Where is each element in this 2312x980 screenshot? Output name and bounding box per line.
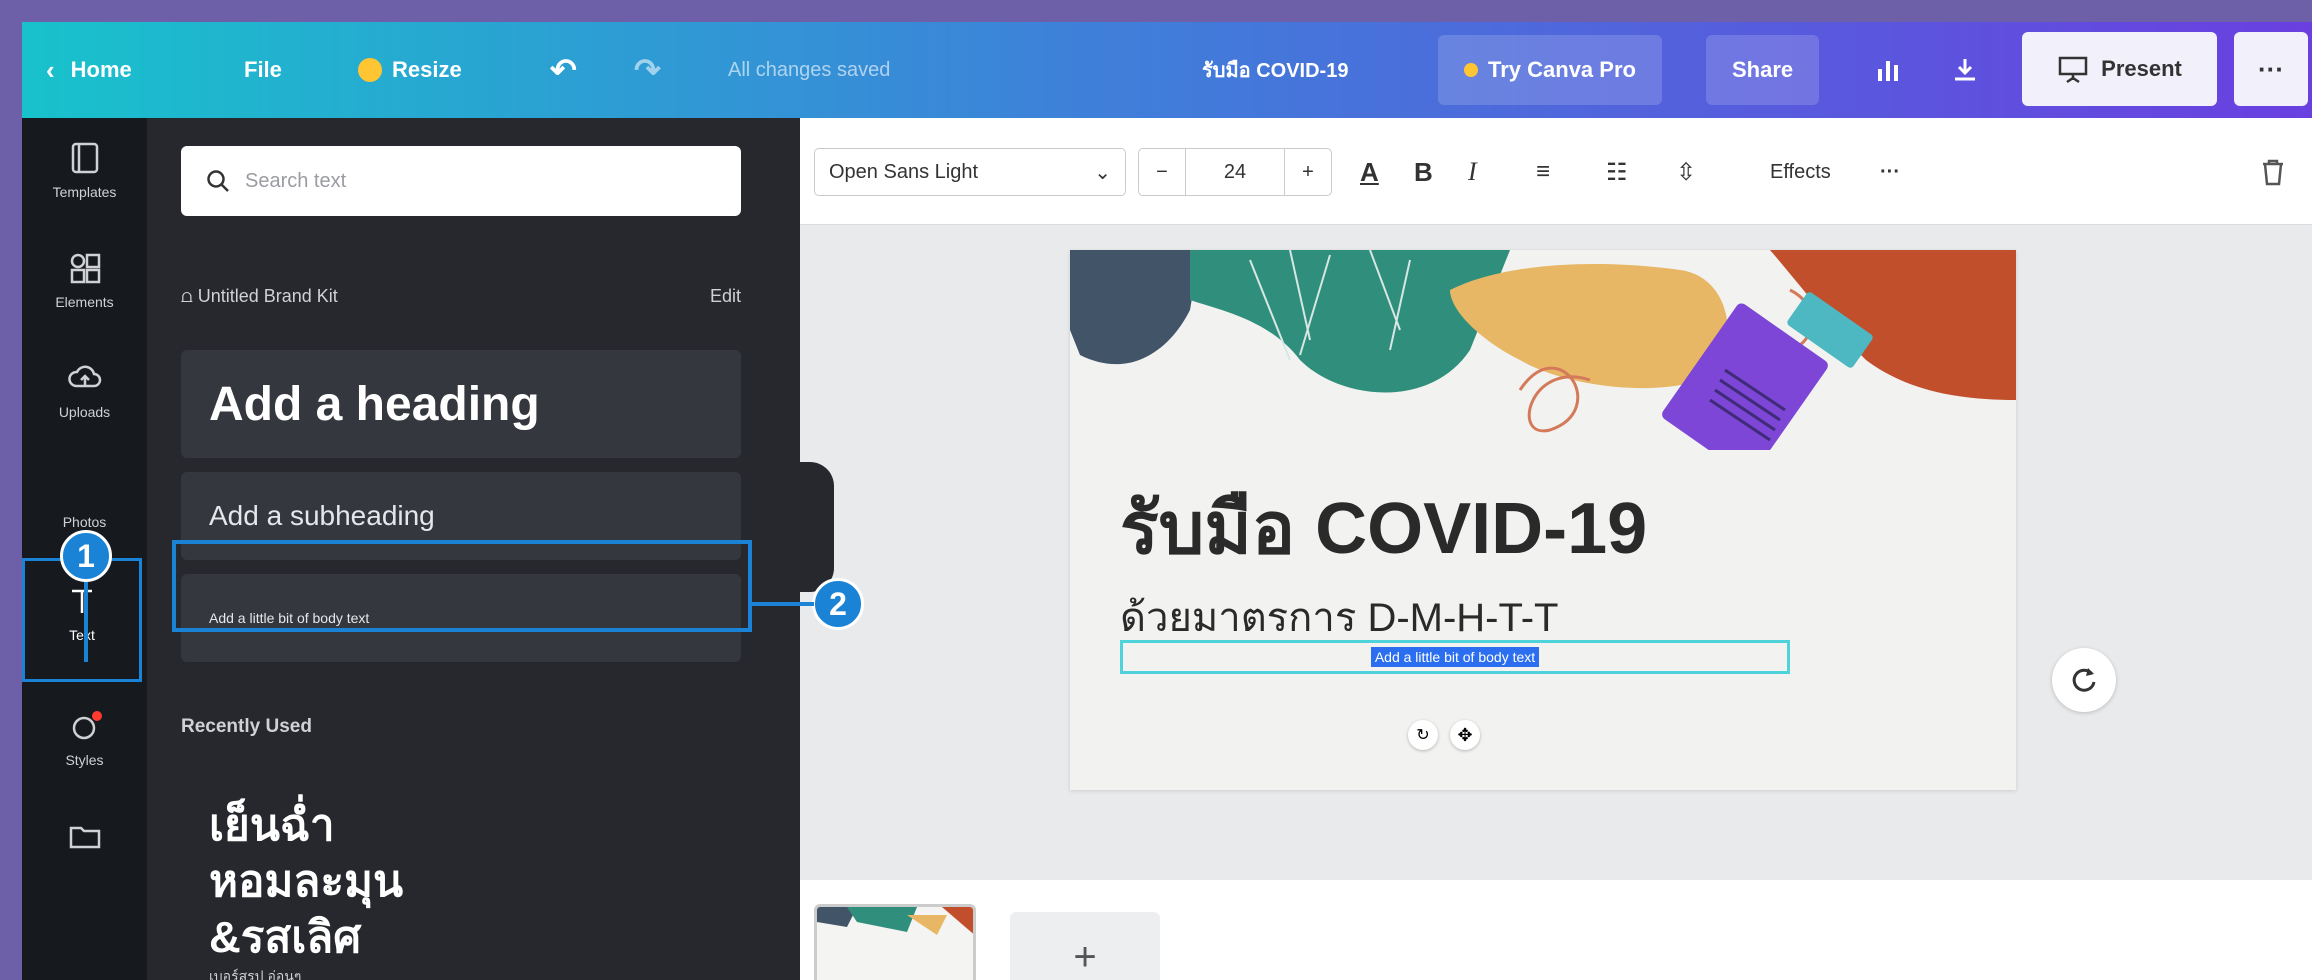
highlight-body-text-box [172,540,752,632]
edit-brand-kit-link[interactable]: Edit [710,286,741,307]
rail-item-styles[interactable]: Styles [22,686,147,796]
top-bar: ‹ Home File Resize ↶ ↷ All changes saved… [22,22,2312,118]
templates-icon [71,142,98,174]
undo-icon[interactable]: ↶ [550,22,577,118]
styles-icon [72,711,102,740]
insights-icon[interactable] [1874,22,1904,118]
redo-icon[interactable]: ↷ [634,22,661,118]
selected-body-text[interactable]: Add a little bit of body text [1120,640,1790,674]
abstract-shapes-illustration [1070,250,2016,450]
try-canva-pro-button[interactable]: Try Canva Pro [1438,35,1662,105]
canvas-title-text[interactable]: รับมือ COVID-19 [1120,470,1647,585]
page-thumbnail-1[interactable] [814,904,976,980]
list-icon[interactable]: ☷ [1606,148,1628,196]
text-format-toolbar: Open Sans Light ⌄ − 24 + A B I ≡ ☷ ⇳ Eff… [800,118,2312,225]
rotate-icon [2072,668,2096,692]
more-format-options-button[interactable]: ··· [1880,148,1900,196]
rotate-handle-icon[interactable]: ↻ [1408,720,1438,750]
download-icon[interactable] [1950,22,1980,118]
page-strip: + [800,880,2312,980]
font-size-stepper[interactable]: − 24 + [1138,148,1332,196]
add-page-button[interactable]: + [1010,912,1160,980]
italic-button[interactable]: I [1468,148,1477,196]
text-color-icon[interactable]: A [1360,148,1379,196]
crown-icon [1464,63,1478,77]
font-family-select[interactable]: Open Sans Light ⌄ [814,148,1126,196]
align-center-icon[interactable]: ≡ [1536,148,1550,196]
document-title[interactable]: รับมือ COVID-19 [1202,22,1348,118]
thumbnail-artwork [817,907,973,947]
search-text-input[interactable]: Search text [181,146,741,216]
chevron-down-icon: ⌄ [1094,161,1111,184]
callout-line-2 [752,602,814,606]
callout-line-1 [84,582,88,662]
brand-kit-icon: ⩍ [181,286,198,306]
file-menu[interactable]: File [244,22,282,118]
recently-used-heading: Recently Used [181,716,312,737]
brand-kit-row: ⩍ Untitled Brand Kit Edit [181,286,741,307]
presentation-icon [2058,56,2088,84]
chevron-left-icon: ‹ [46,54,55,85]
home-button[interactable]: ‹ Home [46,22,132,118]
add-heading-button[interactable]: Add a heading [181,350,741,458]
spacing-icon[interactable]: ⇳ [1676,148,1696,196]
share-button[interactable]: Share [1706,35,1820,105]
refresh-page-button[interactable] [2052,648,2116,712]
rail-item-templates[interactable]: Templates [22,118,147,228]
elements-icon [70,253,100,284]
bold-button[interactable]: B [1414,148,1433,196]
collapse-panel-handle[interactable] [800,462,834,592]
search-icon [207,170,229,192]
folder-icon [69,826,100,849]
recent-text-style[interactable]: เย็นฉ่ำ หอมละมุน &รสเลิศ เบอร์สรุป อ่อนๆ [209,798,403,980]
crown-icon [358,58,382,82]
trash-icon[interactable] [2260,148,2286,196]
font-size-value[interactable]: 24 [1185,149,1285,195]
step-badge-2: 2 [812,578,864,630]
text-icon [72,589,92,613]
rail-item-folders[interactable] [22,796,147,906]
decrease-font-size-button[interactable]: − [1139,161,1185,184]
save-status: All changes saved [728,58,891,81]
canva-editor-window: ‹ Home File Resize ↶ ↷ All changes saved… [22,22,2312,980]
design-canvas[interactable]: รับมือ COVID-19 ด้วยมาตรการ D-M-H-T-T Ad… [1070,250,2016,790]
present-button[interactable]: Present [2022,32,2217,106]
move-handle-icon[interactable]: ✥ [1450,720,1480,750]
effects-button[interactable]: Effects [1770,148,1831,196]
cloud-upload-icon [67,365,101,388]
rail-item-elements[interactable]: Elements [22,228,147,338]
increase-font-size-button[interactable]: + [1285,161,1331,184]
brand-kit-label: ⩍ Untitled Brand Kit [181,286,338,306]
more-options-button[interactable]: ··· [2234,32,2308,106]
rail-item-uploads[interactable]: Uploads [22,338,147,448]
resize-button[interactable]: Resize [358,22,462,118]
step-badge-1: 1 [60,530,112,582]
